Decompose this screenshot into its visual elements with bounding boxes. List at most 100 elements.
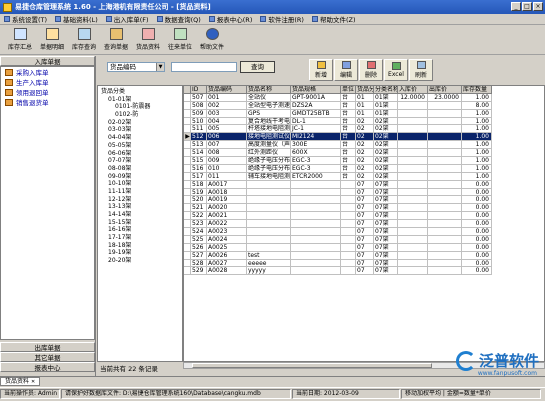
partners-button[interactable]: 往来单位 [164,25,196,54]
column-header[interactable]: 分类名称 [374,86,398,94]
table-row[interactable]: 508 002 全站型电子测速 DZS2A 台 01 01架 8.00 [184,101,544,110]
tree-node[interactable]: 14-14架 [101,211,182,219]
table-row[interactable]: 515 009 绝缘子电压分布 EGC-3 台 02 02架 1.00 [184,157,544,165]
table-row[interactable]: 529 A0028 yyyyy 07 07架 0.00 [184,267,544,276]
query-docs-button[interactable]: 查询单据 [100,25,132,54]
table-row[interactable]: 514 008 红外测距仪 600X 台 02 02架 1.00 [184,149,544,158]
stock-query-button[interactable]: 库存查询 [68,25,100,54]
column-header[interactable]: 货品编码 [207,86,247,94]
table-row[interactable]: 524 A0023 07 07架 0.00 [184,228,544,236]
tree-node[interactable]: 05-05架 [101,142,182,150]
menu-reports[interactable]: 报表中心(R) [205,14,257,24]
close-icon[interactable]: ✕ [31,378,35,386]
table-row[interactable]: 528 A0027 eeeee 07 07架 0.00 [184,259,544,268]
tree-node[interactable]: 10-10架 [101,180,182,188]
table-cell [428,172,462,181]
add-icon [316,61,326,69]
tree-node[interactable]: 17-17架 [101,234,182,242]
column-header[interactable]: 入库价 [398,86,428,94]
table-row[interactable]: 523 A0022 07 07架 0.00 [184,220,544,229]
table-row[interactable]: 517 011 辅车接地电阻测 ETCR2000 台 02 02架 1.00 [184,172,544,181]
table-row[interactable]: 526 A0025 07 07架 0.00 [184,243,544,252]
sidebar-group-other[interactable]: 其它单据 [0,352,95,362]
menu-help[interactable]: 帮助文件(Z) [308,14,360,24]
table-row[interactable]: 519 A0018 07 07架 0.00 [184,188,544,197]
help-file-button[interactable]: 帮助文件 [196,25,228,54]
menu-system[interactable]: 系统设置(T) [0,14,51,24]
column-header[interactable]: 货品分类 [356,86,374,94]
table-row[interactable]: 522 A0021 07 07架 0.00 [184,212,544,221]
table-row[interactable]: ▶ 512 006 接地电阻测试仪 MI2124 台 02 02架 1.00 [184,133,544,142]
stock-summary-button[interactable]: 库存汇总 [4,25,36,54]
tab-goods-data[interactable]: 货品资料 ✕ [0,377,41,386]
row-indicator: ▶ [184,133,191,142]
scrollbar-thumb[interactable] [192,363,432,368]
table-row[interactable]: 525 A0024 07 07架 0.00 [184,235,544,244]
tree-node[interactable]: 07-07架 [101,157,182,165]
tree-node[interactable]: 03-03架 [101,126,182,134]
table-row[interactable]: 510 004 复合地线干考电 DL-1 台 02 02架 1.00 [184,117,544,126]
table-cell [247,188,291,197]
sidebar-item-return-in[interactable]: 领用退回单 [1,87,94,97]
table-cell [341,235,356,244]
column-header[interactable]: 货品规格 [291,86,341,94]
tree-node[interactable]: 04-04架 [101,134,182,142]
tree-node[interactable]: 0101-防震器 [101,103,182,111]
table-row[interactable]: 507 001 全站仪 GPT-9001A 台 01 01架 12.0000 23.0000 1.… [184,93,544,102]
minimize-button[interactable]: _ [511,2,521,11]
table-cell [341,267,356,276]
tree-node[interactable]: 11-11架 [101,188,182,196]
goods-data-button[interactable]: 货品资料 [132,25,164,54]
table-row[interactable]: 509 003 GPS GMDT25BTB 台 01 01架 1.00 [184,109,544,118]
sidebar-item-production-in[interactable]: 生产入库单 [1,77,94,87]
tree-node[interactable]: 08-08架 [101,165,182,173]
sidebar-item-purchase-in[interactable]: 采购入库单 [1,67,94,77]
table-cell [398,235,428,244]
query-button[interactable]: 查询 [240,61,275,73]
tree-node[interactable]: 20-20架 [101,257,182,265]
excel-button[interactable]: Excel [384,59,408,81]
sidebar-group-reports[interactable]: 报表中心 [0,362,95,372]
menu-in-out-docs[interactable]: 出入库单(F) [102,14,153,24]
menu-query[interactable]: 数据查询(Q) [153,14,205,24]
menu-basic-data[interactable]: 基础资料(L) [51,14,102,24]
column-header[interactable]: 单位 [341,86,356,94]
row-indicator [184,228,191,236]
field-select[interactable]: 货品编码 ▼ [107,62,165,72]
column-header[interactable]: 货品名称 [247,86,291,94]
doc-detail-button[interactable]: 单据明细 [36,25,68,54]
document-icon [5,88,13,96]
table-row[interactable]: 516 010 绝缘子电压分布 EGC-3 台 02 02架 1.00 [184,164,544,173]
search-input[interactable] [171,62,237,72]
tree-root[interactable]: 货品分类 [101,88,182,96]
sidebar: 入库单据 采购入库单 生产入库单 领用退回单 销售退货单 出库单据 其它单据 报… [0,56,96,376]
table-row[interactable]: 518 A0017 07 07架 0.00 [184,180,544,189]
document-icon [5,68,13,76]
table-cell: yyyyy [247,267,291,276]
table-row[interactable]: 513 007 高度测量仪（声 300E 台 02 02架 1.00 [184,141,544,150]
maximize-button[interactable]: □ [522,2,532,11]
close-button[interactable]: × [533,2,543,11]
tree-node[interactable]: 0102-防 [101,111,182,119]
main-toolbar: 库存汇总 单据明细 库存查询 查询单据 货品资料 往来单位 帮助文件 [0,25,545,55]
table-row[interactable]: 511 005 杆塔接地电阻测 JC-1 台 02 02架 1.00 [184,125,544,134]
sidebar-item-sales-return[interactable]: 销售退货单 [1,97,94,107]
add-button[interactable]: 新增 [309,59,333,81]
column-header[interactable]: ID [191,86,207,94]
tree-node[interactable]: 16-16架 [101,226,182,234]
edit-icon [341,61,351,69]
tree-node[interactable]: 19-19架 [101,249,182,257]
table-row[interactable]: 521 A0020 07 07架 0.00 [184,204,544,213]
table-row[interactable]: 527 A0026 test 07 07架 0.00 [184,251,544,260]
row-indicator [184,188,191,197]
menu-register[interactable]: 软件注册(R) [256,14,308,24]
table-row[interactable]: 520 A0019 07 07架 0.00 [184,196,544,205]
edit-button[interactable]: 编辑 [334,59,358,81]
tree-node[interactable]: 13-13架 [101,203,182,211]
sidebar-group-outbound[interactable]: 出库单据 [0,342,95,352]
refresh-button[interactable]: 刷新 [409,59,433,81]
delete-button[interactable]: 删除 [359,59,383,81]
sidebar-group-inbound[interactable]: 入库单据 [0,56,95,66]
column-header[interactable]: 出库价 [428,86,462,94]
column-header[interactable]: 库存数量 [462,86,492,94]
